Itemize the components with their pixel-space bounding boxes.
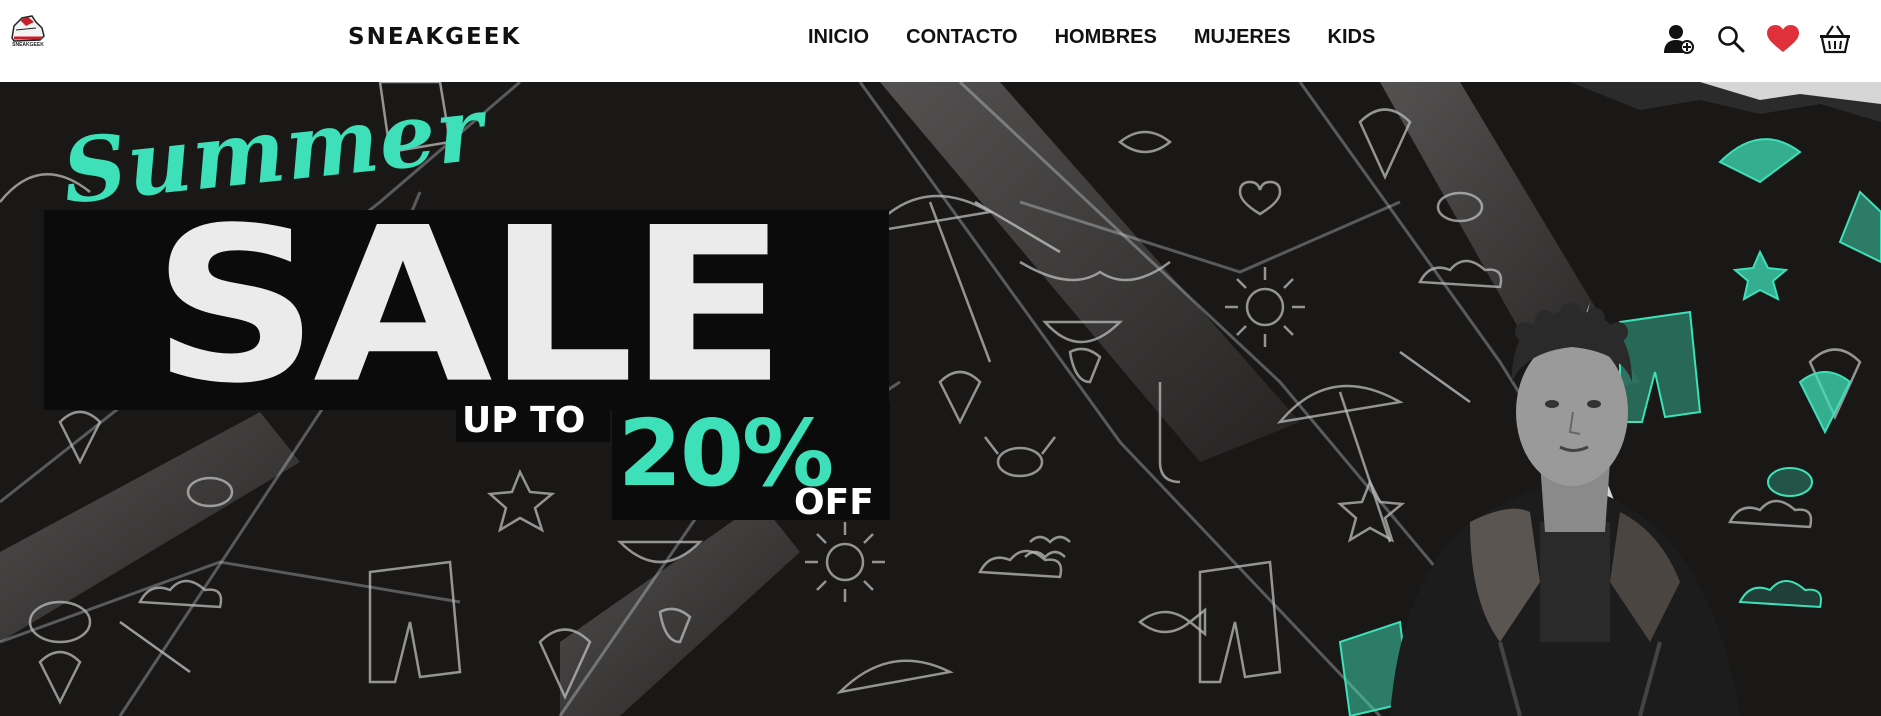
hero-headline: SALE [152,181,787,431]
nav-item-contacto[interactable]: CONTACTO [906,26,1017,49]
logo-text: SNEAKGEEK [12,42,44,48]
heart-icon[interactable] [1766,22,1800,56]
nav-item-mujeres[interactable]: MUJERES [1194,26,1291,49]
nav-item-hombres[interactable]: HOMBRES [1055,26,1157,49]
site-header: SNEAKGEEK SNEAKGEEK INICIO CONTACTO HOMB… [0,0,1881,82]
add-user-icon[interactable] [1662,22,1696,56]
brand-name[interactable]: SNEAKGEEK [348,24,521,50]
hero-banner[interactable]: Summer SALE UP TO 20% OFF [0,82,1881,716]
main-nav: INICIO CONTACTO HOMBRES MUJERES KIDS [808,26,1412,49]
basket-icon[interactable] [1818,22,1852,56]
hero-off: OFF [794,482,874,523]
nav-item-kids[interactable]: KIDS [1328,26,1376,49]
hero-up-to: UP TO [462,400,586,441]
header-icons [1662,22,1870,56]
search-icon[interactable] [1714,22,1748,56]
nav-item-inicio[interactable]: INICIO [808,26,869,49]
